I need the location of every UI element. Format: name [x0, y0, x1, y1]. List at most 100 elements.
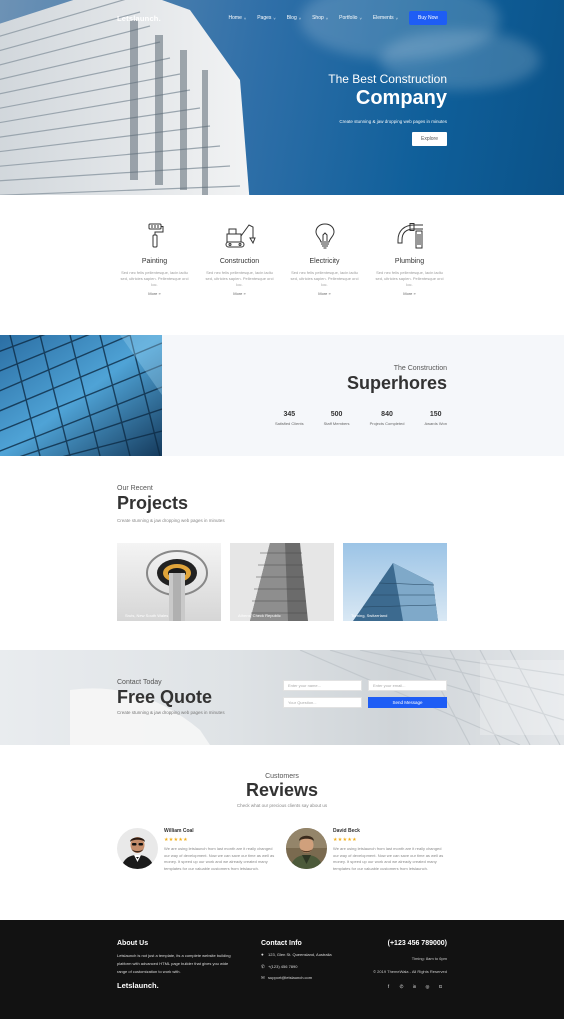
stats-title: Superhores	[346, 373, 447, 393]
project-caption: Sruts, New South Wales	[125, 613, 169, 618]
footer-about: About Us Letslaunch is not just a templa…	[117, 940, 232, 990]
hero-title: Company	[355, 87, 447, 109]
review-text: We are using letslaunch from last month …	[333, 846, 444, 871]
footer-big-phone[interactable]: (+123 456 789000)	[373, 940, 447, 947]
stat-value: 150	[429, 411, 442, 418]
project-card[interactable]: Athens, Check Republic	[230, 543, 334, 621]
service-title: Construction	[219, 258, 260, 265]
service-construction: Construction Sed nec felis pellentesque,…	[202, 222, 277, 296]
phone-text: +(123) 456 7890	[268, 963, 298, 969]
google-icon[interactable]: G	[434, 984, 447, 990]
hero-building-image	[0, 0, 250, 195]
stat-label: Staff Members	[323, 421, 350, 426]
menu-item-blog[interactable]: Blog ˅	[287, 15, 301, 21]
more-link[interactable]: More »	[287, 291, 362, 296]
footer-phone[interactable]: ✆ +(123) 456 7890	[261, 964, 341, 971]
more-link[interactable]: More »	[202, 291, 277, 296]
stat-value: 840	[381, 411, 393, 418]
instagram-icon[interactable]: ◎	[421, 984, 434, 990]
top-nav: Letslaunch. Home ˅ Pages ˅ Blog ˅ Shop ˅ Por…	[117, 11, 447, 25]
hero-subtitle: The Best Construction	[328, 72, 447, 86]
site-footer: About Us Letslaunch is not just a templa…	[0, 920, 564, 1019]
reviews-title: Reviews	[245, 780, 319, 800]
more-link[interactable]: More »	[372, 291, 447, 296]
facebook-icon[interactable]: f	[382, 984, 395, 990]
service-text: Sed nec felis pellentesque, lacin iadiu …	[205, 270, 274, 287]
footer-email[interactable]: ✉ support@letslaunch.com	[261, 975, 341, 982]
footer-about-title: About Us	[117, 940, 149, 947]
project-card[interactable]: Sruts, New South Wales	[117, 543, 221, 621]
email-input[interactable]: Enter your email...	[368, 680, 447, 691]
service-text: Sed nec felis pellentesque, lacin iadiu …	[120, 270, 189, 287]
send-message-button[interactable]: Send Message	[368, 697, 447, 708]
menu-label: Shop	[312, 15, 324, 21]
more-link[interactable]: More »	[117, 291, 192, 296]
stats-subtitle: The Construction	[393, 365, 447, 372]
buy-now-button[interactable]: Buy Now	[409, 11, 447, 25]
linkedin-icon[interactable]: in	[408, 984, 421, 990]
chevron-down-icon: ˅	[359, 15, 362, 21]
footer-about-text: Letslaunch is not just a template, its a…	[117, 953, 231, 974]
reviews-subtitle: Customers	[265, 773, 299, 780]
footer-timing: Timing: 8am to 6pm	[411, 956, 447, 961]
service-plumbing: Plumbing Sed nec felis pellentesque, lac…	[372, 222, 447, 296]
menu-item-pages[interactable]: Pages ˅	[257, 15, 276, 21]
stat-projects-completed: 840 Projects Completed	[370, 411, 405, 426]
quote-title: Free Quote	[117, 687, 213, 707]
projects-heading: Our Recent Projects Create stunning & ja…	[117, 485, 225, 523]
service-text: Sed nec felis pellentesque, lacin iadiu …	[375, 270, 444, 287]
menu-label: Portfolio	[339, 15, 358, 21]
glass-building-image	[0, 335, 162, 456]
stat-awards-won: 150 Awards Won	[424, 411, 447, 426]
projects-description: Create stunning & jaw dropping web pages…	[117, 518, 225, 523]
menu-item-home[interactable]: Home ˅	[229, 15, 247, 21]
projects-subtitle: Our Recent	[117, 485, 153, 492]
footer-contact: Contact Info ● 123, Glen St. Queensland, …	[261, 940, 341, 982]
quote-section: Contact Today Free Quote Create stunning…	[0, 650, 564, 745]
menu-label: Blog	[286, 15, 297, 21]
footer-address: ● 123, Glen St. Queensland, Australia	[261, 952, 341, 959]
skype-icon[interactable]: ✆	[395, 984, 408, 990]
service-title: Plumbing	[394, 258, 425, 265]
review-body: David Beck ★★★★★ We are using letslaunch…	[333, 828, 448, 872]
chevron-down-icon: ˅	[325, 15, 329, 21]
explore-button[interactable]: Explore	[412, 132, 447, 146]
project-caption: Athens, Check Republic	[238, 613, 281, 618]
paint-roller-icon	[117, 222, 192, 250]
service-painting: Painting Sed nec felis pellentesque, lac…	[117, 222, 192, 296]
quote-heading: Contact Today Free Quote Create stunning…	[117, 679, 225, 715]
project-card[interactable]: Turning, Switzerland	[343, 543, 447, 621]
service-electricity: Electricity Sed nec felis pellentesque, …	[287, 222, 362, 296]
main-menu: Home ˅ Pages ˅ Blog ˅ Shop ˅ Portfolio ˅ Elem…	[229, 11, 447, 25]
project-caption: Turning, Switzerland	[351, 613, 388, 618]
chevron-down-icon: ˅	[298, 15, 302, 21]
brand-logo[interactable]: Letslaunch.	[117, 14, 161, 23]
menu-item-portfolio[interactable]: Portfolio ˅	[339, 15, 362, 21]
phone-icon: ✆	[261, 963, 265, 969]
services-section: Painting Sed nec felis pellentesque, lac…	[117, 222, 447, 296]
stats-section: The Construction Superhores 345 Satisfie…	[0, 335, 564, 456]
menu-item-shop[interactable]: Shop ˅	[312, 15, 328, 21]
social-links: f ✆ in ◎ G	[373, 984, 447, 990]
hero-section: Letslaunch. Home ˅ Pages ˅ Blog ˅ Shop ˅ Por…	[0, 0, 564, 195]
email-text: support@letslaunch.com	[268, 975, 313, 980]
stat-satisfied-clients: 345 Satisfied Clients	[275, 411, 304, 426]
faucet-icon	[372, 222, 447, 250]
menu-label: Pages	[257, 15, 272, 21]
stat-label: Awards Won	[424, 421, 447, 426]
question-input[interactable]: Your Question...	[283, 697, 362, 708]
review-body: William Coal ★★★★★ We are using letslaun…	[164, 828, 279, 872]
avatar	[286, 828, 327, 869]
stat-label: Satisfied Clients	[274, 421, 304, 426]
chevron-down-icon: ˅	[395, 15, 398, 21]
project-image	[343, 543, 447, 621]
hero-description: Create stunning & jaw dropping web pages…	[339, 119, 447, 124]
footer-right: (+123 456 789000) Timing: 8am to 6pm © 2…	[373, 940, 447, 990]
footer-logo[interactable]: Letslaunch.	[117, 981, 232, 990]
reviewer-name: William Coal	[164, 828, 194, 834]
projects-gallery: Sruts, New South Wales Athens, Check Rep…	[117, 543, 447, 621]
stat-staff-members: 500 Staff Members	[324, 411, 350, 426]
quote-form: Enter your name... Enter your email... Y…	[283, 680, 447, 708]
menu-item-elements[interactable]: Elements ˅	[373, 15, 398, 21]
name-input[interactable]: Enter your name...	[283, 680, 362, 691]
